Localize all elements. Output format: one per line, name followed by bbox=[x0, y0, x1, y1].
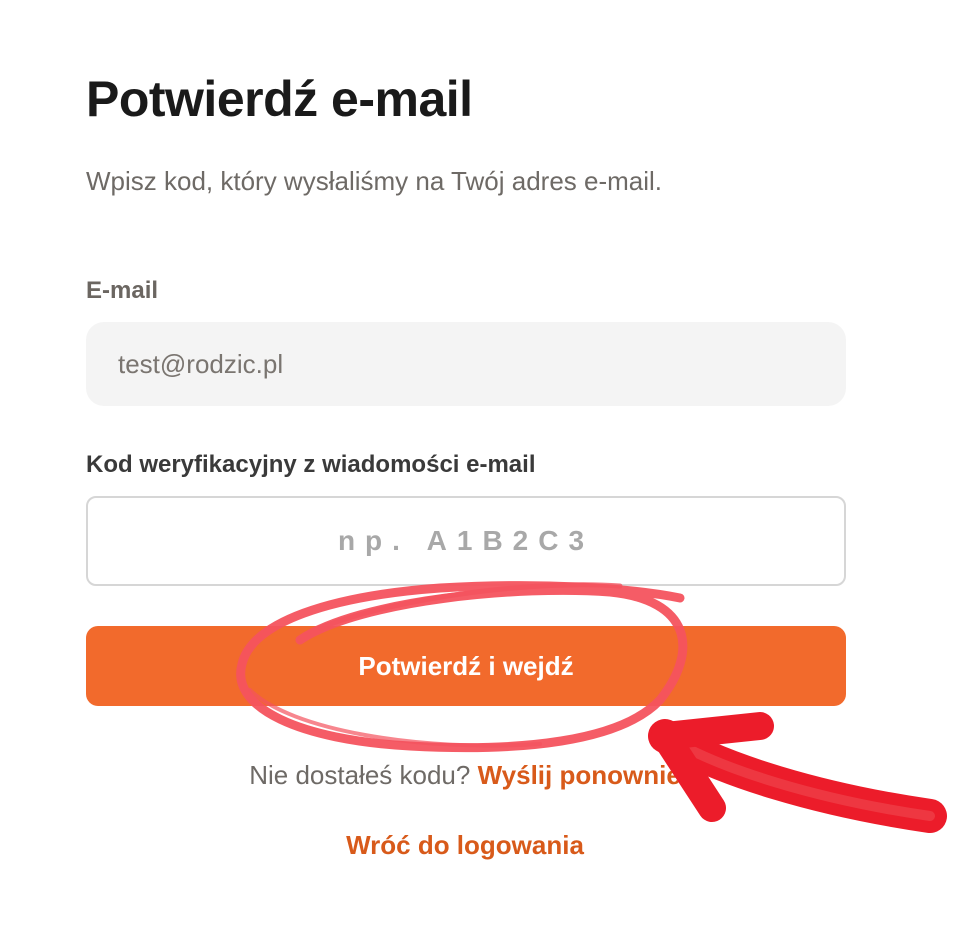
page-subtitle: Wpisz kod, który wysłaliśmy na Twój adre… bbox=[86, 166, 663, 196]
resend-link[interactable]: Wyślij ponownie bbox=[478, 760, 681, 790]
code-label: Kod weryfikacyjny z wiadomości e-mail bbox=[86, 451, 536, 478]
submit-button[interactable]: Potwierdź i wejdź bbox=[86, 626, 846, 706]
resend-prompt: Nie dostałeś kodu? bbox=[249, 760, 471, 790]
verification-code-input[interactable] bbox=[86, 496, 846, 586]
confirm-email-page: Potwierdź e-mail Wpisz kod, który wysłal… bbox=[0, 0, 966, 950]
email-value: test@rodzic.pl bbox=[118, 348, 284, 379]
page-title: Potwierdź e-mail bbox=[86, 71, 473, 127]
email-field: test@rodzic.pl bbox=[86, 322, 846, 406]
back-to-login-link[interactable]: Wróć do logowania bbox=[0, 830, 930, 861]
email-label: E-mail bbox=[86, 277, 159, 304]
resend-line: Nie dostałeś kodu? Wyślij ponownie bbox=[0, 760, 930, 791]
